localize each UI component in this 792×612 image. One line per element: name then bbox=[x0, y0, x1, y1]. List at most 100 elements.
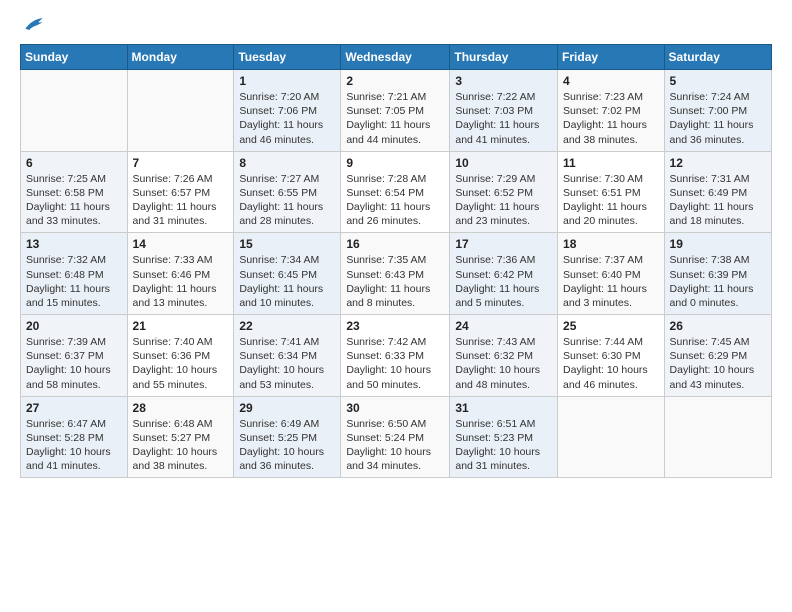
calendar-cell: 22 Sunrise: 7:41 AMSunset: 6:34 PMDayligh… bbox=[234, 315, 341, 397]
calendar-cell: 19 Sunrise: 7:38 AMSunset: 6:39 PMDayligh… bbox=[664, 233, 771, 315]
day-number: 17 bbox=[455, 237, 552, 251]
calendar-cell: 27Sunrise: 6:47 AMSunset: 5:28 PMDayligh… bbox=[21, 396, 128, 478]
calendar-header-row: SundayMondayTuesdayWednesdayThursdayFrid… bbox=[21, 45, 772, 70]
calendar-cell: 17 Sunrise: 7:36 AMSunset: 6:42 PMDayligh… bbox=[450, 233, 558, 315]
calendar-cell bbox=[558, 396, 665, 478]
day-info: Sunrise: 7:42 AMSunset: 6:33 PMDaylight:… bbox=[346, 335, 444, 392]
calendar-week-row: 20 Sunrise: 7:39 AMSunset: 6:37 PMDayligh… bbox=[21, 315, 772, 397]
calendar-week-row: 13 Sunrise: 7:32 AMSunset: 6:48 PMDayligh… bbox=[21, 233, 772, 315]
day-number: 24 bbox=[455, 319, 552, 333]
day-number: 28 bbox=[133, 401, 229, 415]
calendar-cell: 25 Sunrise: 7:44 AMSunset: 6:30 PMDayligh… bbox=[558, 315, 665, 397]
calendar-cell: 9 Sunrise: 7:28 AMSunset: 6:54 PMDaylight… bbox=[341, 151, 450, 233]
calendar-cell: 10 Sunrise: 7:29 AMSunset: 6:52 PMDayligh… bbox=[450, 151, 558, 233]
calendar-week-row: 6Sunrise: 7:25 AMSunset: 6:58 PMDaylight… bbox=[21, 151, 772, 233]
day-number: 2 bbox=[346, 74, 444, 88]
day-info: Sunrise: 7:44 AMSunset: 6:30 PMDaylight:… bbox=[563, 335, 659, 392]
day-number: 20 bbox=[26, 319, 122, 333]
day-number: 13 bbox=[26, 237, 122, 251]
calendar-week-row: 1 Sunrise: 7:20 AMSunset: 7:06 PMDaylight… bbox=[21, 70, 772, 152]
day-info: Sunrise: 7:38 AMSunset: 6:39 PMDaylight:… bbox=[670, 253, 766, 310]
day-info: Sunrise: 6:50 AMSunset: 5:24 PMDaylight:… bbox=[346, 417, 444, 474]
day-number: 8 bbox=[239, 156, 335, 170]
calendar-day-header: Friday bbox=[558, 45, 665, 70]
day-number: 22 bbox=[239, 319, 335, 333]
day-info: Sunrise: 7:32 AMSunset: 6:48 PMDaylight:… bbox=[26, 253, 122, 310]
day-number: 11 bbox=[563, 156, 659, 170]
calendar-day-header: Wednesday bbox=[341, 45, 450, 70]
day-info: Sunrise: 7:40 AMSunset: 6:36 PMDaylight:… bbox=[133, 335, 229, 392]
day-info: Sunrise: 7:29 AMSunset: 6:52 PMDaylight:… bbox=[455, 172, 552, 229]
day-info: Sunrise: 7:43 AMSunset: 6:32 PMDaylight:… bbox=[455, 335, 552, 392]
calendar-cell: 1 Sunrise: 7:20 AMSunset: 7:06 PMDaylight… bbox=[234, 70, 341, 152]
day-number: 10 bbox=[455, 156, 552, 170]
day-number: 3 bbox=[455, 74, 552, 88]
day-info: Sunrise: 7:41 AMSunset: 6:34 PMDaylight:… bbox=[239, 335, 335, 392]
calendar-cell: 29 Sunrise: 6:49 AMSunset: 5:25 PMDayligh… bbox=[234, 396, 341, 478]
day-number: 31 bbox=[455, 401, 552, 415]
day-number: 30 bbox=[346, 401, 444, 415]
calendar-cell: 4Sunrise: 7:23 AMSunset: 7:02 PMDaylight… bbox=[558, 70, 665, 152]
day-number: 4 bbox=[563, 74, 659, 88]
day-number: 12 bbox=[670, 156, 766, 170]
logo-bird-icon bbox=[24, 16, 44, 32]
calendar-cell: 26 Sunrise: 7:45 AMSunset: 6:29 PMDayligh… bbox=[664, 315, 771, 397]
day-number: 26 bbox=[670, 319, 766, 333]
calendar-cell: 6Sunrise: 7:25 AMSunset: 6:58 PMDaylight… bbox=[21, 151, 128, 233]
calendar-cell: 31Sunrise: 6:51 AMSunset: 5:23 PMDayligh… bbox=[450, 396, 558, 478]
calendar-cell: 13 Sunrise: 7:32 AMSunset: 6:48 PMDayligh… bbox=[21, 233, 128, 315]
day-number: 18 bbox=[563, 237, 659, 251]
logo bbox=[20, 16, 46, 32]
day-info: Sunrise: 7:33 AMSunset: 6:46 PMDaylight:… bbox=[133, 253, 229, 310]
day-info: Sunrise: 7:39 AMSunset: 6:37 PMDaylight:… bbox=[26, 335, 122, 392]
calendar-cell: 7 Sunrise: 7:26 AMSunset: 6:57 PMDaylight… bbox=[127, 151, 234, 233]
day-info: Sunrise: 7:45 AMSunset: 6:29 PMDaylight:… bbox=[670, 335, 766, 392]
calendar-day-header: Monday bbox=[127, 45, 234, 70]
day-info: Sunrise: 7:31 AMSunset: 6:49 PMDaylight:… bbox=[670, 172, 766, 229]
day-info: Sunrise: 7:24 AMSunset: 7:00 PMDaylight:… bbox=[670, 90, 766, 147]
day-info: Sunrise: 7:37 AMSunset: 6:40 PMDaylight:… bbox=[563, 253, 659, 310]
calendar-cell: 28 Sunrise: 6:48 AMSunset: 5:27 PMDayligh… bbox=[127, 396, 234, 478]
day-number: 19 bbox=[670, 237, 766, 251]
calendar-cell: 18 Sunrise: 7:37 AMSunset: 6:40 PMDayligh… bbox=[558, 233, 665, 315]
day-info: Sunrise: 7:27 AMSunset: 6:55 PMDaylight:… bbox=[239, 172, 335, 229]
day-number: 9 bbox=[346, 156, 444, 170]
calendar-cell bbox=[664, 396, 771, 478]
calendar-cell bbox=[127, 70, 234, 152]
day-info: Sunrise: 7:20 AMSunset: 7:06 PMDaylight:… bbox=[239, 90, 335, 147]
day-info: Sunrise: 6:48 AMSunset: 5:27 PMDaylight:… bbox=[133, 417, 229, 474]
calendar-week-row: 27Sunrise: 6:47 AMSunset: 5:28 PMDayligh… bbox=[21, 396, 772, 478]
calendar-cell: 3 Sunrise: 7:22 AMSunset: 7:03 PMDaylight… bbox=[450, 70, 558, 152]
calendar-day-header: Saturday bbox=[664, 45, 771, 70]
day-info: Sunrise: 7:26 AMSunset: 6:57 PMDaylight:… bbox=[133, 172, 229, 229]
day-number: 25 bbox=[563, 319, 659, 333]
day-number: 29 bbox=[239, 401, 335, 415]
day-info: Sunrise: 7:36 AMSunset: 6:42 PMDaylight:… bbox=[455, 253, 552, 310]
day-number: 5 bbox=[670, 74, 766, 88]
calendar-cell: 14 Sunrise: 7:33 AMSunset: 6:46 PMDayligh… bbox=[127, 233, 234, 315]
day-info: Sunrise: 7:22 AMSunset: 7:03 PMDaylight:… bbox=[455, 90, 552, 147]
calendar-table: SundayMondayTuesdayWednesdayThursdayFrid… bbox=[20, 44, 772, 478]
day-info: Sunrise: 7:35 AMSunset: 6:43 PMDaylight:… bbox=[346, 253, 444, 310]
day-info: Sunrise: 7:28 AMSunset: 6:54 PMDaylight:… bbox=[346, 172, 444, 229]
calendar-cell: 2 Sunrise: 7:21 AMSunset: 7:05 PMDaylight… bbox=[341, 70, 450, 152]
day-number: 15 bbox=[239, 237, 335, 251]
calendar-day-header: Tuesday bbox=[234, 45, 341, 70]
day-number: 7 bbox=[133, 156, 229, 170]
calendar-cell: 15 Sunrise: 7:34 AMSunset: 6:45 PMDayligh… bbox=[234, 233, 341, 315]
day-info: Sunrise: 7:30 AMSunset: 6:51 PMDaylight:… bbox=[563, 172, 659, 229]
day-info: Sunrise: 6:47 AMSunset: 5:28 PMDaylight:… bbox=[26, 417, 122, 474]
calendar-day-header: Sunday bbox=[21, 45, 128, 70]
page: SundayMondayTuesdayWednesdayThursdayFrid… bbox=[0, 0, 792, 494]
day-number: 6 bbox=[26, 156, 122, 170]
day-number: 14 bbox=[133, 237, 229, 251]
day-info: Sunrise: 7:34 AMSunset: 6:45 PMDaylight:… bbox=[239, 253, 335, 310]
calendar-cell: 16Sunrise: 7:35 AMSunset: 6:43 PMDayligh… bbox=[341, 233, 450, 315]
calendar-cell: 21Sunrise: 7:40 AMSunset: 6:36 PMDayligh… bbox=[127, 315, 234, 397]
calendar-cell: 30 Sunrise: 6:50 AMSunset: 5:24 PMDayligh… bbox=[341, 396, 450, 478]
header bbox=[20, 16, 772, 32]
day-info: Sunrise: 6:49 AMSunset: 5:25 PMDaylight:… bbox=[239, 417, 335, 474]
calendar-cell: 5 Sunrise: 7:24 AMSunset: 7:00 PMDaylight… bbox=[664, 70, 771, 152]
day-number: 1 bbox=[239, 74, 335, 88]
day-info: Sunrise: 7:21 AMSunset: 7:05 PMDaylight:… bbox=[346, 90, 444, 147]
